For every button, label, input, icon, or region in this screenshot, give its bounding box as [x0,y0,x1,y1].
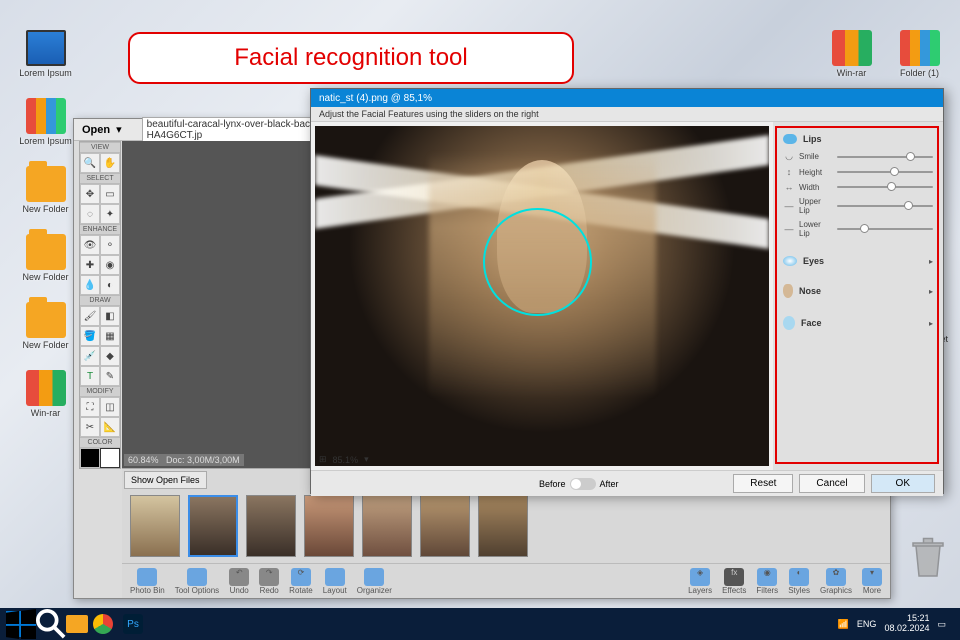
callout-text: Facial recognition tool [234,44,467,72]
desktop-icon-folder[interactable]: New Folder [18,166,73,214]
taskbar: Ps 📶 ENG 15:21 08.02.2024 ▭ [0,608,960,640]
lasso-tool-icon[interactable]: ◌ [80,204,100,224]
hand-tool-icon[interactable]: ✋ [100,153,120,173]
eraser-tool-icon[interactable]: ◧ [100,306,120,326]
thumb[interactable] [130,495,180,557]
thumb[interactable] [304,495,354,557]
fg-color-icon[interactable] [80,448,100,468]
width-slider[interactable]: ↔Width [783,182,933,192]
tray-notifications-icon[interactable]: ▭ [937,619,946,630]
upper-lip-slider[interactable]: —Upper Lip [783,197,933,215]
facial-dialog: natic_st (4).png @ 85,1% Adjust the Faci… [310,88,944,494]
lips-group-header[interactable]: Lips [783,132,933,146]
chevron-right-icon: ▸ [929,287,933,296]
organizer-button[interactable]: Organizer [357,568,392,595]
tray-date: 08.02.2024 [884,624,929,634]
sponge-tool-icon[interactable]: ◐ [100,275,120,295]
face-detection-circle[interactable] [483,208,592,317]
photo-bin-button[interactable]: Photo Bin [130,568,165,595]
picker-tool-icon[interactable]: 💉 [80,346,100,366]
bg-color-icon[interactable] [100,448,120,468]
pencil-tool-icon[interactable]: ✎ [100,366,120,386]
callout-box: Facial recognition tool [128,32,574,84]
show-files-dropdown[interactable]: Show Open Files [124,471,207,489]
move-tool-icon[interactable]: ✥ [80,184,100,204]
toolbox: VIEW 🔍✋ SELECT ✥▭ ◌✦ ENHANCE 👁⚬ ✚◉ 💧◐ DR… [79,141,121,469]
brush-tool-icon[interactable]: 🖌 [80,306,100,326]
toggle-icon[interactable] [570,478,596,490]
thumbnails [122,491,890,563]
explorer-button[interactable] [66,615,88,633]
redo-button[interactable]: ↷Redo [259,568,279,595]
lips-icon [783,134,797,144]
tray-lang[interactable]: ENG [857,619,877,629]
shape-tool-icon[interactable]: ◆ [100,346,120,366]
more-button[interactable]: ▾More [862,568,882,595]
styles-button[interactable]: ◐Styles [788,568,810,595]
reset-button[interactable]: Reset [733,474,793,493]
thumb[interactable] [246,495,296,557]
eye-tool-icon[interactable]: 👁 [80,235,100,255]
nose-group-header[interactable]: Nose▸ [783,282,933,300]
fill-tool-icon[interactable]: 🪣 [80,326,100,346]
thumb-selected[interactable] [188,495,238,557]
open-menu[interactable]: Open [82,124,110,136]
layout-button[interactable]: Layout [323,568,347,595]
smile-slider[interactable]: ◡Smile [783,151,933,162]
desktop-icon-folder[interactable]: New Folder [18,302,73,350]
blur-tool-icon[interactable]: 💧 [80,275,100,295]
layers-button[interactable]: ◈Layers [688,568,712,595]
ps-button[interactable]: Ps [118,611,148,637]
straighten-tool-icon[interactable]: 📐 [100,417,120,437]
clone-tool-icon[interactable]: ◉ [100,255,120,275]
start-button[interactable] [6,611,36,637]
desktop-icon-folder[interactable]: New Folder [18,234,73,282]
thumb[interactable] [420,495,470,557]
tray-wifi-icon[interactable]: 📶 [838,619,849,630]
heal-tool-icon[interactable]: ✚ [80,255,100,275]
nose-icon [783,284,793,298]
desktop-icon-books[interactable]: Lorem Ipsum [18,98,73,146]
text-tool-icon[interactable]: T [80,366,100,386]
ok-button[interactable]: OK [871,474,935,493]
adjustments-panel: Lips ◡Smile ↕Height ↔Width —Upper Lip —L… [773,122,943,470]
chevron-right-icon: ▸ [929,257,933,266]
thumb[interactable] [362,495,412,557]
cancel-button[interactable]: Cancel [799,474,864,493]
rotate-button[interactable]: ⟳Rotate [289,568,313,595]
desktop-icon-monitor[interactable]: Lorem Ipsum [18,30,73,78]
desktop-icon-winrar[interactable]: Win-rar [824,30,879,78]
tooth-tool-icon[interactable]: ⚬ [100,235,120,255]
effects-button[interactable]: fxEffects [722,568,746,595]
tool-options-button[interactable]: Tool Options [175,568,219,595]
trash-icon[interactable] [910,536,946,580]
desktop-icon-winrar[interactable]: Win-rar [18,370,73,418]
cookie-tool-icon[interactable]: ✂ [80,417,100,437]
search-button[interactable] [36,611,66,637]
crop-tool-icon[interactable]: ⛶ [80,397,100,417]
gradient-tool-icon[interactable]: ▦ [100,326,120,346]
eyes-icon [783,256,797,266]
eyes-group-header[interactable]: Eyes▸ [783,254,933,268]
filters-button[interactable]: ◉Filters [756,568,778,595]
dialog-hint: Adjust the Facial Features using the sli… [311,107,943,122]
desktop-icon-books[interactable]: Folder (1) [892,30,947,78]
undo-button[interactable]: ↶Undo [229,568,249,595]
zoom-status: ⊞85.1%▾ [319,454,369,465]
photo-preview[interactable] [315,126,769,466]
face-group-header[interactable]: Face▸ [783,314,933,332]
dialog-title: natic_st (4).png @ 85,1% [311,89,943,107]
thumb[interactable] [478,495,528,557]
chrome-button[interactable] [88,611,118,637]
before-after-toggle[interactable]: BeforeAfter [539,478,619,490]
zoom-tool-icon[interactable]: 🔍 [80,153,100,173]
marquee-tool-icon[interactable]: ▭ [100,184,120,204]
graphics-button[interactable]: ✿Graphics [820,568,852,595]
face-icon [783,316,795,330]
recompose-tool-icon[interactable]: ◫ [100,397,120,417]
lower-lip-slider[interactable]: —Lower Lip [783,220,933,238]
wand-tool-icon[interactable]: ✦ [100,204,120,224]
height-slider[interactable]: ↕Height [783,167,933,177]
chevron-right-icon: ▸ [929,319,933,328]
